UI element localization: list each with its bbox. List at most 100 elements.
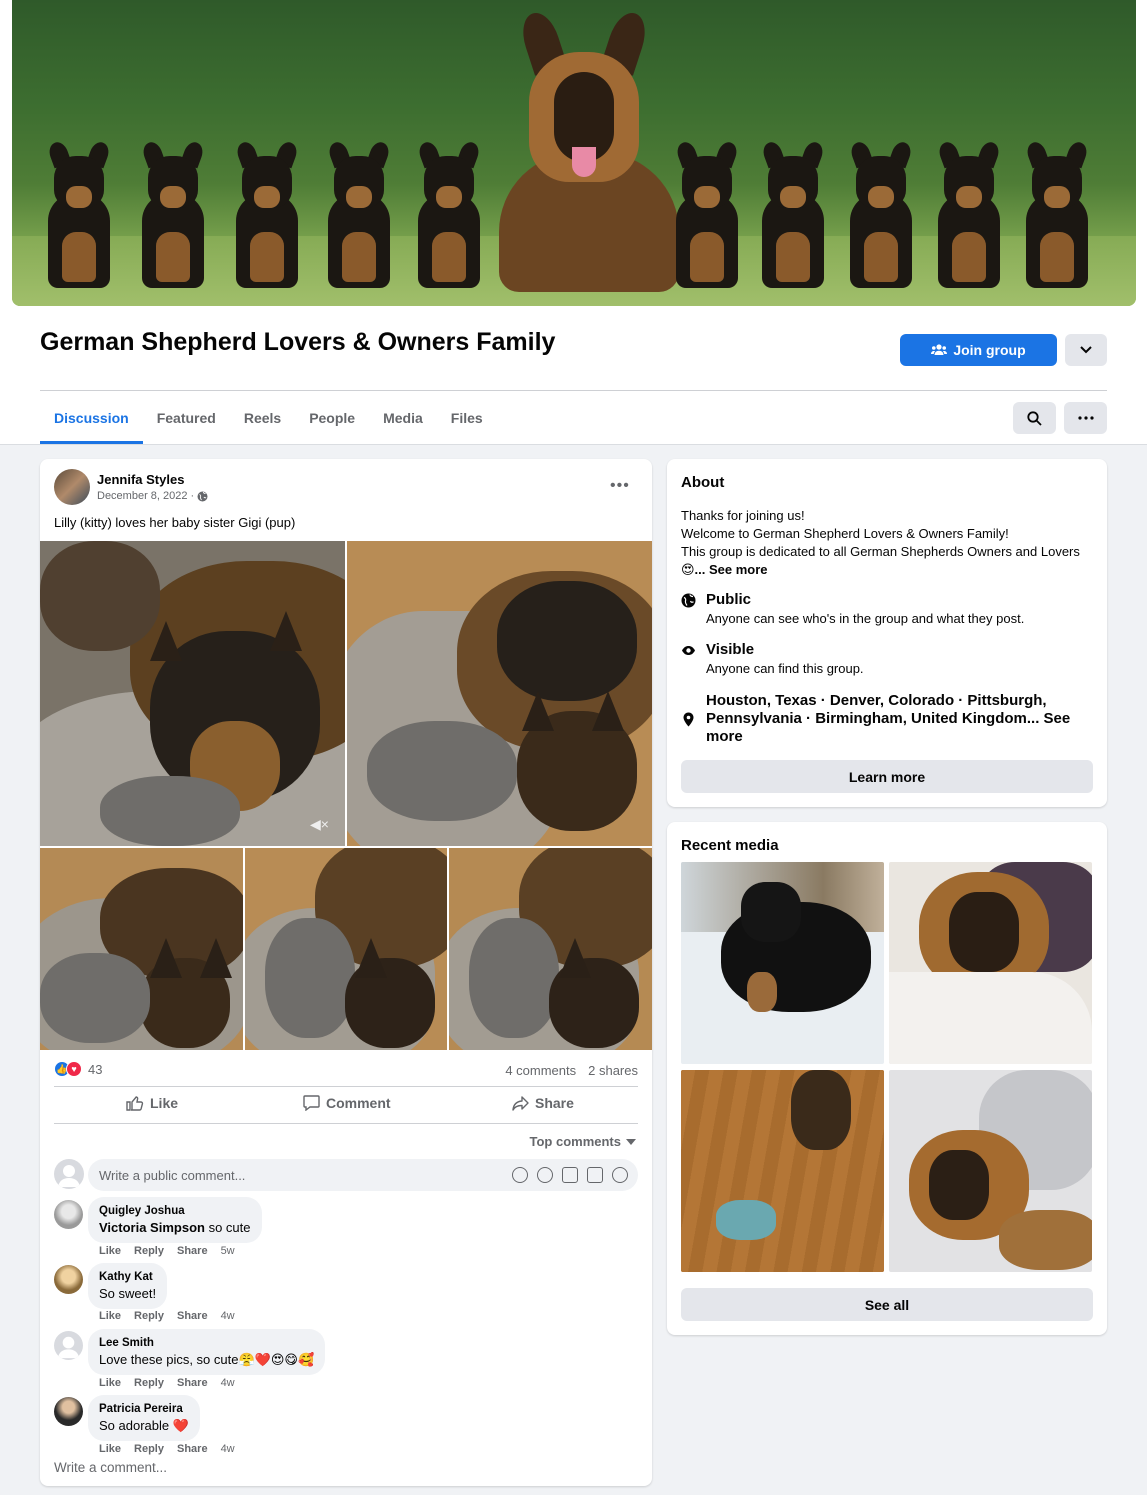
commenter-avatar[interactable]: [54, 1397, 83, 1426]
post-photo[interactable]: ◀×: [40, 541, 345, 846]
comment-share-button[interactable]: Share: [177, 1443, 208, 1455]
comment-share-button[interactable]: Share: [177, 1377, 208, 1389]
post-more-button[interactable]: •••: [610, 477, 630, 495]
post-author[interactable]: Jennifa Styles: [97, 472, 184, 487]
post-date-text: December 8, 2022 ·: [97, 490, 195, 502]
comment-input-placeholder: Write a public comment...: [99, 1167, 246, 1183]
emoji-icon[interactable]: [537, 1167, 553, 1183]
comment-time[interactable]: 4w: [221, 1310, 235, 1322]
comment-reply-button[interactable]: Reply: [134, 1245, 164, 1257]
recent-media-card: Recent media See all: [667, 822, 1107, 1335]
privacy-info: Public Anyone can see who's in the group…: [681, 591, 1096, 631]
commenter-name[interactable]: Lee Smith: [99, 1336, 314, 1351]
comment-actions: Like Reply Share 4w: [99, 1377, 235, 1389]
comment-time[interactable]: 4w: [221, 1443, 235, 1455]
comment-text: So adorable ❤️: [99, 1418, 189, 1433]
join-group-label: Join group: [953, 342, 1026, 358]
comment-reply-button[interactable]: Reply: [134, 1310, 164, 1322]
media-thumbnail[interactable]: [889, 1070, 1092, 1272]
post-photo[interactable]: [449, 848, 652, 1050]
write-comment-link[interactable]: Write a comment...: [54, 1460, 167, 1475]
search-group-button[interactable]: [1013, 402, 1056, 434]
media-thumbnail[interactable]: [681, 1070, 884, 1272]
current-user-avatar[interactable]: [54, 1159, 84, 1189]
group-tabs: Discussion Featured Reels People Media F…: [40, 392, 497, 444]
cover-adult-dog: [499, 2, 679, 292]
commenter-avatar[interactable]: [54, 1265, 83, 1294]
comment-time[interactable]: 4w: [221, 1377, 235, 1389]
author-avatar[interactable]: [54, 469, 90, 505]
learn-more-button[interactable]: Learn more: [681, 760, 1093, 793]
commenter-avatar[interactable]: [54, 1331, 83, 1360]
comment-button[interactable]: Comment: [303, 1095, 391, 1111]
privacy-subtitle: Anyone can see who's in the group and wh…: [706, 611, 1025, 626]
more-options-button[interactable]: [1064, 402, 1107, 434]
see-more-link[interactable]: 😍... See more: [681, 562, 768, 577]
tab-people[interactable]: People: [295, 392, 369, 444]
tab-media[interactable]: Media: [369, 392, 437, 444]
gif-icon[interactable]: [587, 1167, 603, 1183]
comment-text: so cute: [204, 1220, 251, 1235]
comment-share-button[interactable]: Share: [177, 1310, 208, 1322]
cover-puppy: [134, 138, 212, 288]
comment-like-button[interactable]: Like: [99, 1443, 121, 1455]
visibility-subtitle: Anyone can find this group.: [706, 661, 864, 676]
post-card: Jennifa Styles December 8, 2022 · ••• Li…: [40, 459, 652, 1486]
group-options-dropdown[interactable]: [1065, 334, 1107, 366]
comment-like-button[interactable]: Like: [99, 1377, 121, 1389]
reaction-summary[interactable]: 👍 ♥ 43: [54, 1061, 102, 1077]
see-all-media-button[interactable]: See all: [681, 1288, 1093, 1321]
comment-share-button[interactable]: Share: [177, 1245, 208, 1257]
tab-reels[interactable]: Reels: [230, 392, 295, 444]
mute-icon[interactable]: ◀×: [310, 816, 329, 833]
location-list[interactable]: Houston, Texas · Denver, Colorado · Pitt…: [706, 692, 1096, 746]
thumbs-up-icon: [126, 1096, 144, 1111]
post-photo[interactable]: [40, 848, 243, 1050]
comment-sort-dropdown[interactable]: Top comments: [529, 1134, 636, 1149]
tab-featured[interactable]: Featured: [143, 392, 230, 444]
commenter-name[interactable]: Kathy Kat: [99, 1270, 156, 1285]
comment-bubble: Patricia Pereira So adorable ❤️: [88, 1395, 200, 1441]
comment-reply-button[interactable]: Reply: [134, 1443, 164, 1455]
about-card: About Thanks for joining us! Welcome to …: [667, 459, 1107, 807]
post-photo[interactable]: [347, 541, 652, 846]
commenter-avatar[interactable]: [54, 1200, 83, 1229]
comment-like-button[interactable]: Like: [99, 1310, 121, 1322]
post-date[interactable]: December 8, 2022 ·: [97, 490, 208, 502]
avatar-sticker-icon[interactable]: [512, 1167, 528, 1183]
privacy-title: Public: [706, 591, 752, 608]
comment-sort-label: Top comments: [529, 1134, 622, 1149]
comment-bubble-icon: [303, 1095, 320, 1111]
comment-time[interactable]: 5w: [221, 1245, 235, 1257]
shares-count[interactable]: 2 shares: [588, 1063, 638, 1078]
comment-like-button[interactable]: Like: [99, 1245, 121, 1257]
comment-actions: Like Reply Share 5w: [99, 1245, 235, 1257]
actions-divider: [54, 1123, 638, 1124]
share-button[interactable]: Share: [512, 1095, 574, 1111]
post-photo[interactable]: [245, 848, 447, 1050]
about-line: Welcome to German Shepherd Lovers & Owne…: [681, 526, 1009, 541]
cover-puppy: [668, 138, 746, 288]
comment-label: Comment: [326, 1095, 391, 1111]
camera-icon[interactable]: [562, 1167, 578, 1183]
globe-icon: [681, 593, 696, 608]
like-button[interactable]: Like: [126, 1095, 178, 1111]
mentioned-user[interactable]: Victoria Simpson: [99, 1220, 205, 1235]
search-icon: [1027, 410, 1042, 426]
sticker-icon[interactable]: [612, 1167, 628, 1183]
comment-text: Love these pics, so cute😤❤️😍😋🥰: [99, 1352, 315, 1367]
media-thumbnail[interactable]: [681, 862, 884, 1064]
comment-actions: Like Reply Share 4w: [99, 1443, 235, 1455]
comments-count[interactable]: 4 comments: [505, 1063, 576, 1078]
comment-input[interactable]: Write a public comment...: [88, 1159, 638, 1191]
tab-discussion[interactable]: Discussion: [40, 392, 143, 444]
share-arrow-icon: [512, 1095, 529, 1111]
commenter-name[interactable]: Patricia Pereira: [99, 1402, 189, 1417]
cover-photo[interactable]: [12, 0, 1136, 306]
media-thumbnail[interactable]: [889, 862, 1092, 1064]
commenter-name[interactable]: Quigley Joshua: [99, 1204, 251, 1219]
cover-puppy: [1018, 138, 1096, 288]
comment-reply-button[interactable]: Reply: [134, 1377, 164, 1389]
tab-files[interactable]: Files: [437, 392, 497, 444]
join-group-button[interactable]: Join group: [900, 334, 1057, 366]
